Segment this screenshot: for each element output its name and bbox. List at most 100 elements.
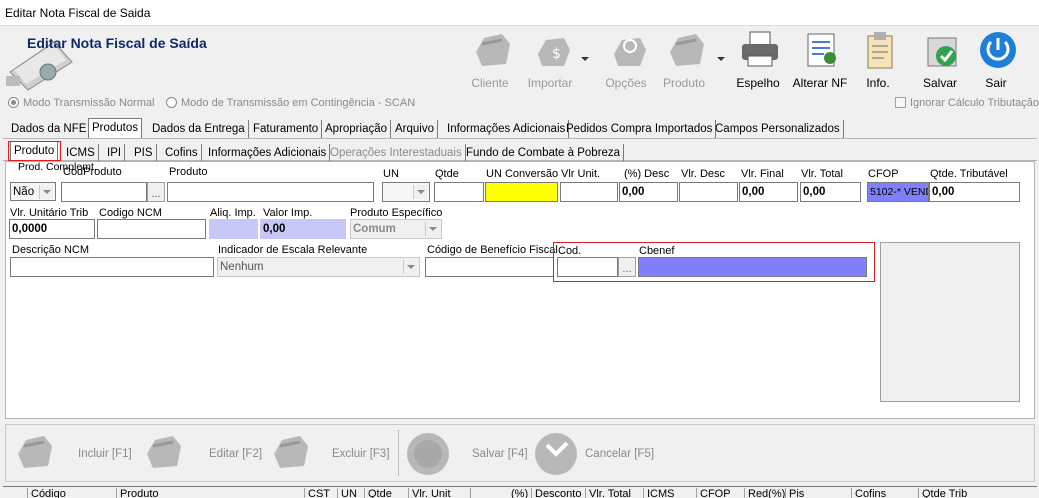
bottom-toolbar-separator [398,430,399,476]
cliente-button[interactable]: Cliente [458,30,522,92]
grid-col-desc-pct[interactable]: (%) [470,488,528,498]
cod-produto-input[interactable] [61,182,147,202]
grid-col-codigo[interactable]: Código [27,488,66,498]
products-grid-header: Código Produto CST UN Qtde Vlr. Unit (%)… [3,486,1037,498]
produto-toolbar-button[interactable]: Produto [652,30,716,92]
un-select[interactable] [382,182,430,202]
salvar-bottom-button[interactable]: Salvar [F4] [406,432,531,476]
grid-col-pis[interactable]: Pis [785,488,804,498]
grid-col-qtde-trib[interactable]: Qtde Trib [918,488,967,498]
grid-col-desconto[interactable]: Desconto [531,488,581,498]
produto-input[interactable] [167,182,374,202]
grid-col-cst[interactable]: CST [304,488,330,498]
vlr-final-input[interactable]: 0,00 [739,182,798,202]
opcoes-label: Opções [605,76,647,90]
tab-arquivo[interactable]: Arquivo [392,120,438,138]
svg-text:$: $ [552,46,561,62]
beneficio-fiscal-label: Código de Benefício Fiscal [427,244,558,256]
tab-campos-personalizados[interactable]: Campos Personalizados [712,120,844,138]
subtab-cofins[interactable]: Cofins [162,144,202,162]
vlr-unit-trib-label: Vlr. Unitário Trib [10,207,89,219]
vlr-desc-input[interactable] [679,182,738,202]
un-conversao-input[interactable] [485,182,558,202]
money-bag-icon: $ [538,38,570,66]
qtde-input[interactable] [434,182,484,202]
grid-col-produto[interactable]: Produto [116,488,159,498]
grid-col-qtde[interactable]: Qtde [364,488,392,498]
tab-faturamento[interactable]: Faturamento [250,120,323,138]
excluir-button[interactable]: Excluir [F3] [270,432,395,476]
espelho-button[interactable]: Espelho [726,30,790,92]
desc-pct-label: (%) Desc [624,168,670,180]
sair-button[interactable]: Sair [964,30,1028,92]
cancel-circle-icon [535,433,577,475]
produto-subtab-highlight [8,141,61,161]
vlr-unit-input[interactable] [560,182,618,202]
cod-produto-label: CodProduto [63,166,122,178]
produto-especifico-select[interactable]: Comum [350,219,442,239]
beneficio-fiscal-input[interactable] [425,257,554,277]
cancelar-button[interactable]: Cancelar [F5] [534,432,664,476]
qtde-trib-label: Qtde. Tributável [930,168,1008,180]
importar-button[interactable]: $ Importar [518,30,582,92]
grid-col-cofins[interactable]: Cofins [851,488,886,498]
ignorar-calculo-checkbox[interactable]: Ignorar Cálculo Tributação [895,97,1039,109]
tab-produtos[interactable]: Produtos [88,118,143,138]
main-tab-baseline [3,138,1037,139]
grid-col-red[interactable]: Red(%) [744,488,785,498]
grid-col-vlr-total[interactable]: Vlr. Total [585,488,631,498]
alterar-nf-label: Alterar NF [792,76,848,90]
chevron-down-icon [425,222,439,236]
importar-dropdown-icon[interactable] [581,57,589,61]
subtab-ipi[interactable]: IPI [104,144,126,162]
salvar-toolbar-button[interactable]: Salvar [908,30,972,92]
descricao-ncm-input[interactable] [10,257,214,277]
tab-dados-entrega[interactable]: Dados da Entrega [149,120,249,138]
subtab-operacoes-interestaduais[interactable]: Operações Interestaduais [327,144,466,162]
subtab-informacoes-adicionais[interactable]: Informações Adicionais [205,144,331,162]
escala-relevante-select[interactable]: Nenhum [217,257,420,277]
grid-col-cfop[interactable]: CFOP [696,488,731,498]
modo-normal-radio[interactable]: Modo Transmissão Normal [8,97,154,109]
edit-document-icon [807,33,836,67]
subtab-fundo-combate-pobreza[interactable]: Fundo de Combate à Pobreza [463,144,625,162]
grid-col-un[interactable]: UN [337,488,357,498]
subtab-pis[interactable]: PIS [131,144,157,162]
info-button[interactable]: Info. [846,30,910,92]
save-circle-icon [407,433,449,475]
cfop-label: CFOP [868,168,899,180]
chevron-down-icon [413,185,427,199]
editar-button[interactable]: Editar [F2] [143,432,268,476]
codigo-ncm-input[interactable] [97,219,206,239]
grid-col-icms[interactable]: ICMS [643,488,675,498]
vlr-unit-label: Vlr Unit. [561,168,601,180]
valor-imp-label: Valor Imp. [263,207,313,219]
vlr-unit-trib-input[interactable]: 0,0000 [9,219,95,239]
chevron-down-icon [39,185,53,199]
modo-contingencia-radio[interactable]: Modo de Transmissão em Contingência - SC… [166,97,415,109]
produto-dropdown-icon[interactable] [717,57,725,61]
vlr-total-input[interactable]: 0,00 [800,182,861,202]
tab-informacoes-adicionais[interactable]: Informações Adicionais [444,120,570,138]
radio-selected-icon [8,97,19,108]
cod-produto-lookup-button[interactable]: ... [147,182,165,202]
tab-dados-nfe[interactable]: Dados da NFE [8,120,91,138]
incluir-button[interactable]: Incluir [F1] [14,432,144,476]
tab-pedidos-compra[interactable]: Pedidos Compra Importados [563,120,717,138]
prod-complement-select[interactable]: Não [10,182,56,201]
tab-apropriacao[interactable]: Apropriação [322,120,392,138]
desc-pct-input[interactable]: 0,00 [619,182,678,202]
subtab-icms[interactable]: ICMS [63,144,99,162]
un-label: UN [383,168,399,180]
window-title: Editar Nota Fiscal de Saida [5,6,151,20]
cfop-input[interactable]: 5102-* VENDA [867,182,929,202]
grid-col-vlr-unit[interactable]: Vlr. Unit [408,488,451,498]
hand-icon [476,34,510,66]
qtde-trib-input[interactable]: 0,00 [929,182,1020,202]
opcoes-button[interactable]: Opções [594,30,658,92]
produto-toolbar-label: Produto [662,76,706,90]
vlr-total-label: Vlr. Total [801,168,843,180]
product-image-box [880,242,1020,402]
alterar-nf-button[interactable]: Alterar NF [788,30,852,92]
hand-edit-icon [147,436,181,468]
